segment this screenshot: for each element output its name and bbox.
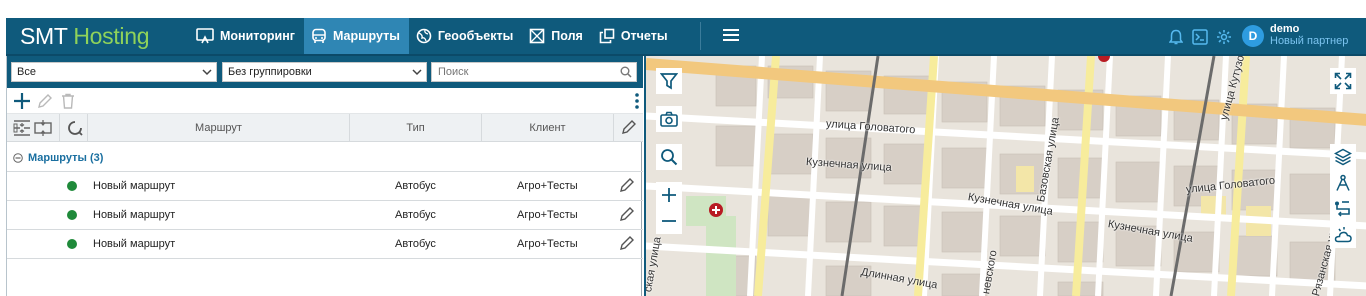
expand-groups-icon[interactable]	[34, 119, 52, 140]
user-info[interactable]: demo Новый партнер	[1270, 23, 1348, 48]
edit-row-icon[interactable]	[619, 206, 635, 225]
column-divider	[59, 114, 60, 142]
measure-button[interactable]	[1330, 170, 1356, 196]
table-row[interactable]: Новый маршрут Автобус Агро+Тесты	[7, 230, 643, 259]
map-search-button[interactable]	[656, 144, 682, 170]
fullscreen-button[interactable]	[1330, 68, 1356, 94]
main-nav: Мониторинг Маршруты Геообъекты Поля Отче…	[189, 18, 677, 54]
route-name: Новый маршрут	[93, 180, 176, 192]
route-tool-button[interactable]	[1330, 196, 1356, 222]
plus-icon	[662, 188, 676, 202]
menu-icon[interactable]	[723, 28, 739, 45]
avatar[interactable]: D	[1242, 25, 1264, 47]
weather-icon	[1334, 227, 1352, 243]
nav-label: Отчеты	[620, 29, 668, 43]
edit-row-icon[interactable]	[619, 235, 635, 254]
bell-icon[interactable]	[1166, 27, 1186, 47]
compass-icon	[1336, 174, 1350, 191]
nav-label: Маршруты	[332, 29, 400, 43]
gear-icon[interactable]	[1214, 27, 1234, 47]
reports-icon	[599, 28, 615, 44]
route-type: Автобус	[395, 209, 436, 221]
status-indicator	[67, 210, 77, 220]
route-client: Агро+Тесты	[517, 238, 578, 250]
search-input[interactable]	[432, 63, 612, 81]
add-icon[interactable]	[12, 91, 32, 111]
route-client: Агро+Тесты	[517, 180, 578, 192]
nav-divider	[700, 22, 701, 50]
group-row-routes[interactable]: Маршруты (3)	[7, 142, 643, 172]
toolbar-icons	[1166, 27, 1234, 47]
nav-routes[interactable]: Маршруты	[303, 18, 409, 54]
logo-main: SMT	[20, 23, 68, 49]
nav-label: Геообъекты	[437, 29, 514, 43]
user-name: demo	[1270, 23, 1300, 35]
status-indicator	[67, 181, 77, 191]
monitor-icon	[196, 28, 214, 44]
weather-button[interactable]	[1330, 222, 1356, 248]
column-header-route[interactable]: Маршрут	[87, 114, 349, 142]
refresh-icon[interactable]	[66, 119, 84, 140]
user-partner: Новый партнер	[1270, 35, 1349, 47]
route-type: Автобус	[395, 238, 436, 250]
column-header-type[interactable]: Тип	[349, 114, 481, 142]
route-name: Новый маршрут	[93, 238, 176, 250]
edit-row-icon[interactable]	[619, 177, 635, 196]
camera-icon	[660, 111, 678, 127]
nav-label: Мониторинг	[220, 29, 295, 43]
nav-fields[interactable]: Поля	[522, 18, 592, 54]
search-field[interactable]	[431, 62, 637, 82]
delete-icon[interactable]	[58, 91, 78, 111]
chevron-down-icon	[412, 63, 422, 87]
field-icon	[529, 28, 545, 44]
grouping-select[interactable]: Без группировки	[222, 62, 427, 82]
nav-label: Поля	[551, 29, 583, 43]
table-row[interactable]: Новый маршрут Автобус Агро+Тесты	[7, 172, 643, 201]
app-logo[interactable]: SMT Hosting	[20, 23, 150, 50]
group-label: Маршруты (3)	[28, 152, 104, 164]
table-row[interactable]: Новый маршрут Автобус Агро+Тесты	[7, 201, 643, 230]
table-header: Маршрут Тип Клиент	[7, 114, 643, 142]
zoom-in-button[interactable]	[656, 182, 682, 208]
column-header-client[interactable]: Клиент	[481, 114, 613, 142]
actions-toolbar	[7, 88, 643, 114]
nav-reports[interactable]: Отчеты	[592, 18, 677, 54]
edit-columns-icon	[621, 120, 636, 134]
map-view[interactable]: улица Головатого Кузнечная улица Кузнечн…	[644, 56, 1366, 296]
status-filter-value: Все	[17, 66, 36, 78]
collapse-groups-icon[interactable]	[13, 119, 31, 140]
route-client: Агро+Тесты	[517, 209, 578, 221]
zoom-out-button[interactable]	[656, 208, 682, 234]
search-icon[interactable]	[620, 66, 632, 81]
status-filter-select[interactable]: Все	[11, 62, 217, 82]
map-screenshot-button[interactable]	[656, 106, 682, 132]
nav-geoobjects[interactable]: Геообъекты	[409, 18, 522, 54]
column-settings[interactable]	[613, 114, 643, 142]
route-type: Автобус	[395, 180, 436, 192]
more-options-icon[interactable]	[635, 92, 639, 113]
collapse-group-icon[interactable]	[13, 153, 23, 166]
logo-accent: Hosting	[73, 23, 150, 49]
bus-icon	[312, 28, 326, 43]
search-icon	[661, 149, 678, 166]
grouping-value: Без группировки	[228, 66, 312, 78]
filter-bar: Все Без группировки	[7, 56, 643, 88]
globe-icon	[416, 28, 432, 44]
chevron-down-icon	[202, 63, 212, 87]
nav-monitoring[interactable]: Мониторинг	[189, 18, 304, 54]
route-icon	[1335, 201, 1350, 217]
route-name: Новый маршрут	[93, 209, 176, 221]
terminal-icon[interactable]	[1190, 27, 1210, 47]
top-bar: SMT Hosting Мониторинг Маршруты Геообъек…	[6, 18, 1366, 56]
fullscreen-icon	[1334, 72, 1352, 90]
minus-icon	[662, 220, 676, 222]
routes-panel: Все Без группировки Маршрут Тип Клиент М…	[6, 56, 643, 296]
layers-icon	[1334, 148, 1352, 166]
edit-icon[interactable]	[35, 91, 55, 111]
layers-button[interactable]	[1330, 144, 1356, 170]
status-indicator	[67, 239, 77, 249]
filter-icon	[660, 73, 678, 90]
map-filter-button[interactable]	[656, 68, 682, 94]
